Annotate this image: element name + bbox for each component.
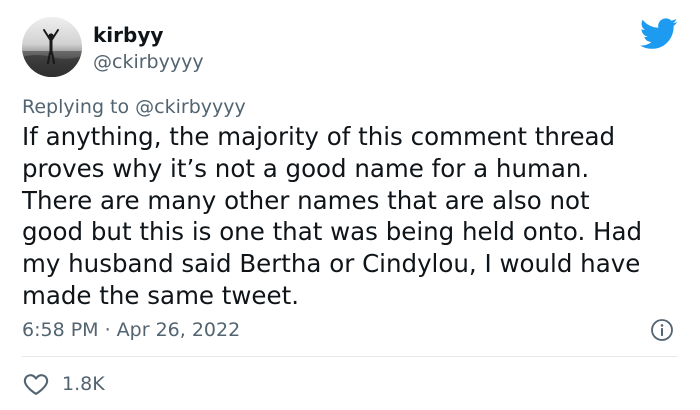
twitter-bird-icon[interactable] xyxy=(640,18,678,50)
info-icon[interactable] xyxy=(650,318,674,342)
tweet-text: If anything, the majority of this commen… xyxy=(22,122,643,310)
replying-to-label: Replying to xyxy=(22,96,136,118)
user-handle[interactable]: @ckirbyyyy xyxy=(93,49,204,75)
avatar[interactable] xyxy=(22,17,82,77)
tweet-card: kirbyy @ckirbyyyy Replying to @ckirbyyyy… xyxy=(0,0,700,410)
display-name[interactable]: kirbyy xyxy=(93,22,163,48)
like-count: 1.8K xyxy=(62,373,105,395)
replying-to: Replying to @ckirbyyyy xyxy=(22,94,246,120)
tweet-timestamp[interactable]: 6:58 PM · Apr 26, 2022 xyxy=(22,317,240,343)
divider xyxy=(22,356,678,357)
replying-to-mention[interactable]: @ckirbyyyy xyxy=(135,96,246,118)
heart-icon[interactable] xyxy=(22,370,50,398)
avatar-photo xyxy=(22,17,82,77)
like-button[interactable]: 1.8K xyxy=(22,370,105,398)
